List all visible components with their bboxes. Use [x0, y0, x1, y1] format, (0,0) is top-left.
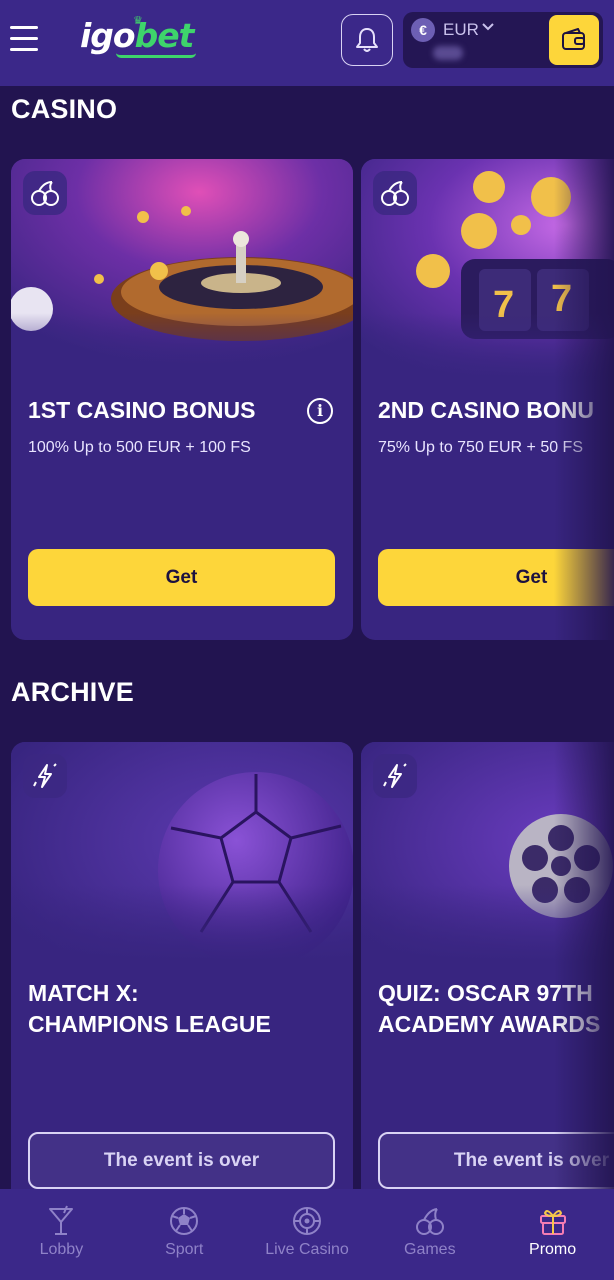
card-title: ACADEMY AWARDS — [378, 1011, 601, 1037]
euro-icon: € — [411, 18, 435, 42]
nav-item-lobby[interactable]: Lobby — [0, 1189, 123, 1280]
lightning-icon — [23, 754, 67, 798]
cherries-icon — [373, 171, 417, 215]
event-over-button[interactable]: The event is over — [378, 1132, 614, 1189]
nav-item-sport[interactable]: Sport — [123, 1189, 246, 1280]
wallet-icon — [562, 28, 585, 50]
cocktail-icon — [49, 1205, 74, 1235]
card-title: MATCH X: — [28, 980, 139, 1006]
nav-label: Lobby — [39, 1241, 84, 1258]
notifications-button[interactable] — [341, 14, 393, 66]
menu-icon[interactable] — [10, 26, 42, 54]
event-over-button[interactable]: The event is over — [28, 1132, 335, 1189]
roulette-icon — [292, 1207, 321, 1235]
bell-icon — [356, 28, 378, 52]
nav-item-live-casino[interactable]: Live Casino — [246, 1189, 369, 1280]
bonus-card[interactable]: 7 7 2ND CASINO BONU 75% Up to 750 EUR + … — [361, 159, 614, 640]
card-subtitle: 100% Up to 500 EUR + 100 FS — [28, 439, 251, 456]
bonus-card[interactable]: 1ST CASINO BONUS i 100% Up to 500 EUR + … — [11, 159, 353, 640]
card-subtitle: 75% Up to 750 EUR + 50 FS — [378, 439, 583, 456]
card-title: QUIZ: OSCAR 97TH — [378, 980, 593, 1006]
get-bonus-button[interactable]: Get — [378, 549, 614, 606]
chevron-down-icon[interactable] — [481, 22, 495, 32]
nav-item-games[interactable]: Games — [368, 1189, 491, 1280]
cherries-icon — [23, 171, 67, 215]
promo-page: igobet ♛ € EUR CASINO 1ST CASINO BONUS i… — [0, 0, 614, 1280]
top-header: igobet ♛ € EUR — [0, 0, 614, 86]
nav-label: Sport — [165, 1241, 204, 1258]
bottom-nav: Lobby Sport Live Casino Games Promo — [0, 1189, 614, 1280]
section-title-casino: CASINO — [11, 94, 118, 124]
card-title: 2ND CASINO BONU — [378, 397, 594, 423]
info-icon[interactable]: i — [307, 398, 333, 424]
hidden-balance — [433, 46, 463, 60]
crown-icon: ♛ — [133, 14, 143, 27]
balance-widget[interactable]: € EUR — [403, 12, 603, 68]
nav-label: Games — [404, 1241, 456, 1258]
card-title: 1ST CASINO BONUS — [28, 397, 256, 423]
archive-card[interactable]: QUIZ: OSCAR 97TH ACADEMY AWARDS The even… — [361, 742, 614, 1212]
currency-label: EUR — [443, 20, 479, 39]
cherries-icon — [415, 1208, 444, 1235]
card-title: CHAMPIONS LEAGUE — [28, 1011, 271, 1037]
nav-label: Live Casino — [265, 1241, 349, 1258]
nav-label: Promo — [529, 1241, 577, 1258]
gift-icon — [539, 1210, 566, 1235]
igobet-logo[interactable]: igobet ♛ — [80, 14, 196, 58]
get-bonus-button[interactable]: Get — [28, 549, 335, 606]
wallet-button[interactable] — [549, 15, 599, 65]
nav-item-promo[interactable]: Promo — [491, 1189, 614, 1280]
archive-card[interactable]: MATCH X: CHAMPIONS LEAGUE The event is o… — [11, 742, 353, 1212]
lightning-icon — [373, 754, 417, 798]
section-title-archive: ARCHIVE — [11, 677, 134, 707]
soccer-ball-icon — [170, 1207, 199, 1235]
